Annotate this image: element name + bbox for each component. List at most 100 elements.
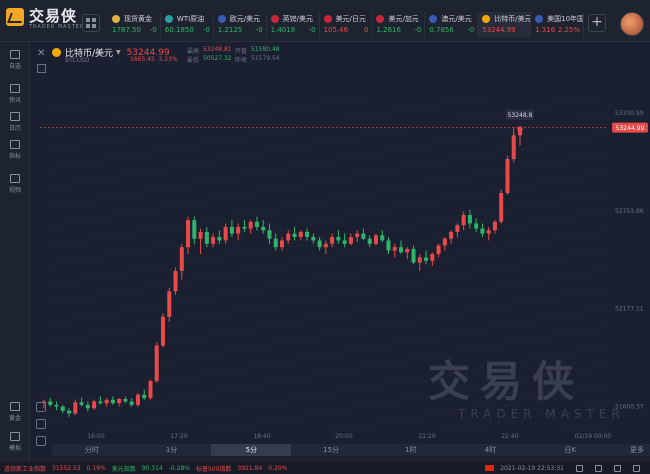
timeframe-tab[interactable]: 分时 xyxy=(52,444,132,456)
grid-menu-button[interactable] xyxy=(82,14,100,32)
ticker-icon xyxy=(429,15,438,23)
ticker-item[interactable]: WTI原油 60.1850 -0 xyxy=(161,12,214,38)
chevron-down-icon[interactable]: ▼ xyxy=(116,49,121,56)
avatar[interactable] xyxy=(620,12,644,36)
ticker-item[interactable]: 欧元/美元 1.2125 -0 xyxy=(214,12,267,38)
candle-body xyxy=(229,226,234,234)
app-window: 交易侠 TRADER MASTER 现货黄金 1787.50 -0 WTI原油 60.1… xyxy=(0,0,650,474)
sidebar-item[interactable]: 模拟 xyxy=(0,432,30,452)
candle-body xyxy=(173,270,178,292)
sidebar-item[interactable]: 自选 xyxy=(0,50,30,70)
measure-tool-icon[interactable] xyxy=(36,436,46,446)
index-name[interactable]: 美元指数 xyxy=(112,464,136,473)
candle-body xyxy=(110,399,115,404)
ticker-name: 欧元/美元 xyxy=(229,15,261,23)
ticker-item[interactable]: 美元/日元 105.46 0 xyxy=(320,12,373,38)
candle-body xyxy=(135,394,140,405)
candle-body xyxy=(292,233,297,238)
sidebar-item-label: 模拟 xyxy=(8,445,21,452)
ticker-price: 53244.99 xyxy=(482,26,516,34)
sidebar-item-label: 自选 xyxy=(8,63,21,70)
stat-value: 51579.54 xyxy=(251,55,280,62)
sidebar-item[interactable]: 黄金 xyxy=(0,402,30,422)
sidebar-item[interactable]: 日历 xyxy=(0,112,30,132)
candle-body xyxy=(298,231,303,238)
candle-body xyxy=(154,345,159,382)
ticker-name: WTI原油 xyxy=(176,15,205,23)
ticker-item[interactable]: 澳元/美元 0.7856 -0 xyxy=(425,12,479,38)
timeframe-tab[interactable]: 4时 xyxy=(451,444,531,456)
candle-body xyxy=(480,228,485,234)
timeframe-tab[interactable]: 15分 xyxy=(291,444,371,456)
ticker-icon xyxy=(164,15,173,23)
x-tick-label: 18:40 xyxy=(253,433,270,440)
sidebar-item[interactable]: 视频 xyxy=(0,174,30,194)
candle-body xyxy=(499,192,504,222)
expand-icon[interactable] xyxy=(37,64,46,73)
x-tick-label: 02/19 00:00 xyxy=(575,433,612,440)
ticker-name: 比特币/美元 xyxy=(494,15,532,23)
logo-name-en: TRADER MASTER xyxy=(29,24,85,30)
ticker-change: -0 xyxy=(308,26,316,34)
chart-panel: 53330.59 52753.86 52177.11 51600.37 16:00 17:… xyxy=(30,42,650,462)
candle-body xyxy=(92,401,97,409)
index-change: 0.19% xyxy=(86,464,106,472)
indicator-tool-icon[interactable] xyxy=(36,402,46,412)
candle-body xyxy=(211,237,216,244)
candle-body xyxy=(424,257,429,261)
x-tick-label: 22:40 xyxy=(501,433,518,440)
drawing-tools xyxy=(36,402,50,453)
timeframe-tab[interactable]: 5分 xyxy=(211,444,292,456)
sidebar-item[interactable]: 快讯 xyxy=(0,84,30,104)
candle-body xyxy=(399,247,403,253)
candle-body xyxy=(186,220,191,248)
ticker-change: 2.25% xyxy=(557,26,581,34)
y-tick-label: 52177.11 xyxy=(615,306,644,313)
y-tick-label: 53330.59 xyxy=(615,110,644,117)
candle-body xyxy=(355,233,360,238)
add-ticker-button[interactable]: + xyxy=(588,14,606,32)
candle-body xyxy=(98,401,103,404)
status-bar: 道琼斯工业指数 31552.53 0.19% 美元指数 90.314 -0.28% 标普50… xyxy=(0,462,650,474)
sidebar-item[interactable]: 指标 xyxy=(0,140,30,160)
candle-body xyxy=(455,225,460,232)
index-value: 90.314 xyxy=(141,464,163,472)
star-icon xyxy=(10,50,20,59)
ticker-item[interactable]: 英镑/美元 1.4018 -0 xyxy=(267,12,320,38)
sidebar-item-label: 指标 xyxy=(8,153,21,160)
last-price-marker xyxy=(517,125,523,132)
timeframe-tab[interactable]: 1时 xyxy=(371,444,451,456)
camera-icon[interactable] xyxy=(576,464,583,472)
index-name[interactable]: 标普500指数 xyxy=(196,464,231,473)
draw-tool-icon[interactable] xyxy=(36,419,46,429)
watermark: 交易侠 TRADER MASTER xyxy=(428,357,625,421)
candle-body xyxy=(167,291,172,317)
more-timeframes-button[interactable]: 更多 xyxy=(610,444,650,456)
ticker-item[interactable]: 美国10年国债... 1.3162.25% xyxy=(531,12,585,38)
sidebar-item-label: 视频 xyxy=(8,187,21,194)
candle-body xyxy=(85,404,90,409)
timeframe-tab[interactable]: 日K xyxy=(530,444,610,456)
candle-body xyxy=(67,410,72,414)
sound-icon[interactable] xyxy=(633,464,640,472)
ticker-item[interactable]: 美元/加元 1.2616 -0 xyxy=(372,12,426,38)
bitcoin-icon xyxy=(52,48,61,57)
video-icon xyxy=(10,174,20,183)
candle-body xyxy=(129,401,134,405)
ticker-name: 美元/日元 xyxy=(335,15,366,23)
close-icon[interactable]: ✕ xyxy=(37,48,45,59)
candle-body xyxy=(361,233,366,239)
message-icon[interactable] xyxy=(595,464,602,472)
timeframe-tab[interactable]: 1分 xyxy=(132,444,212,456)
candle-body xyxy=(373,235,378,244)
candle-body xyxy=(348,237,353,244)
ticker-price: 60.1850 xyxy=(164,26,194,34)
indicator-icon xyxy=(10,140,20,149)
candle-body xyxy=(474,223,479,229)
settings-icon[interactable] xyxy=(614,464,621,472)
ticker-item[interactable]: 比特币/美元 53244.99 xyxy=(478,12,532,38)
candle-body xyxy=(411,248,416,263)
candle-body xyxy=(267,230,272,239)
ticker-item[interactable]: 现货黄金 1787.50 -0 xyxy=(108,12,161,38)
index-name[interactable]: 道琼斯工业指数 xyxy=(4,464,46,473)
